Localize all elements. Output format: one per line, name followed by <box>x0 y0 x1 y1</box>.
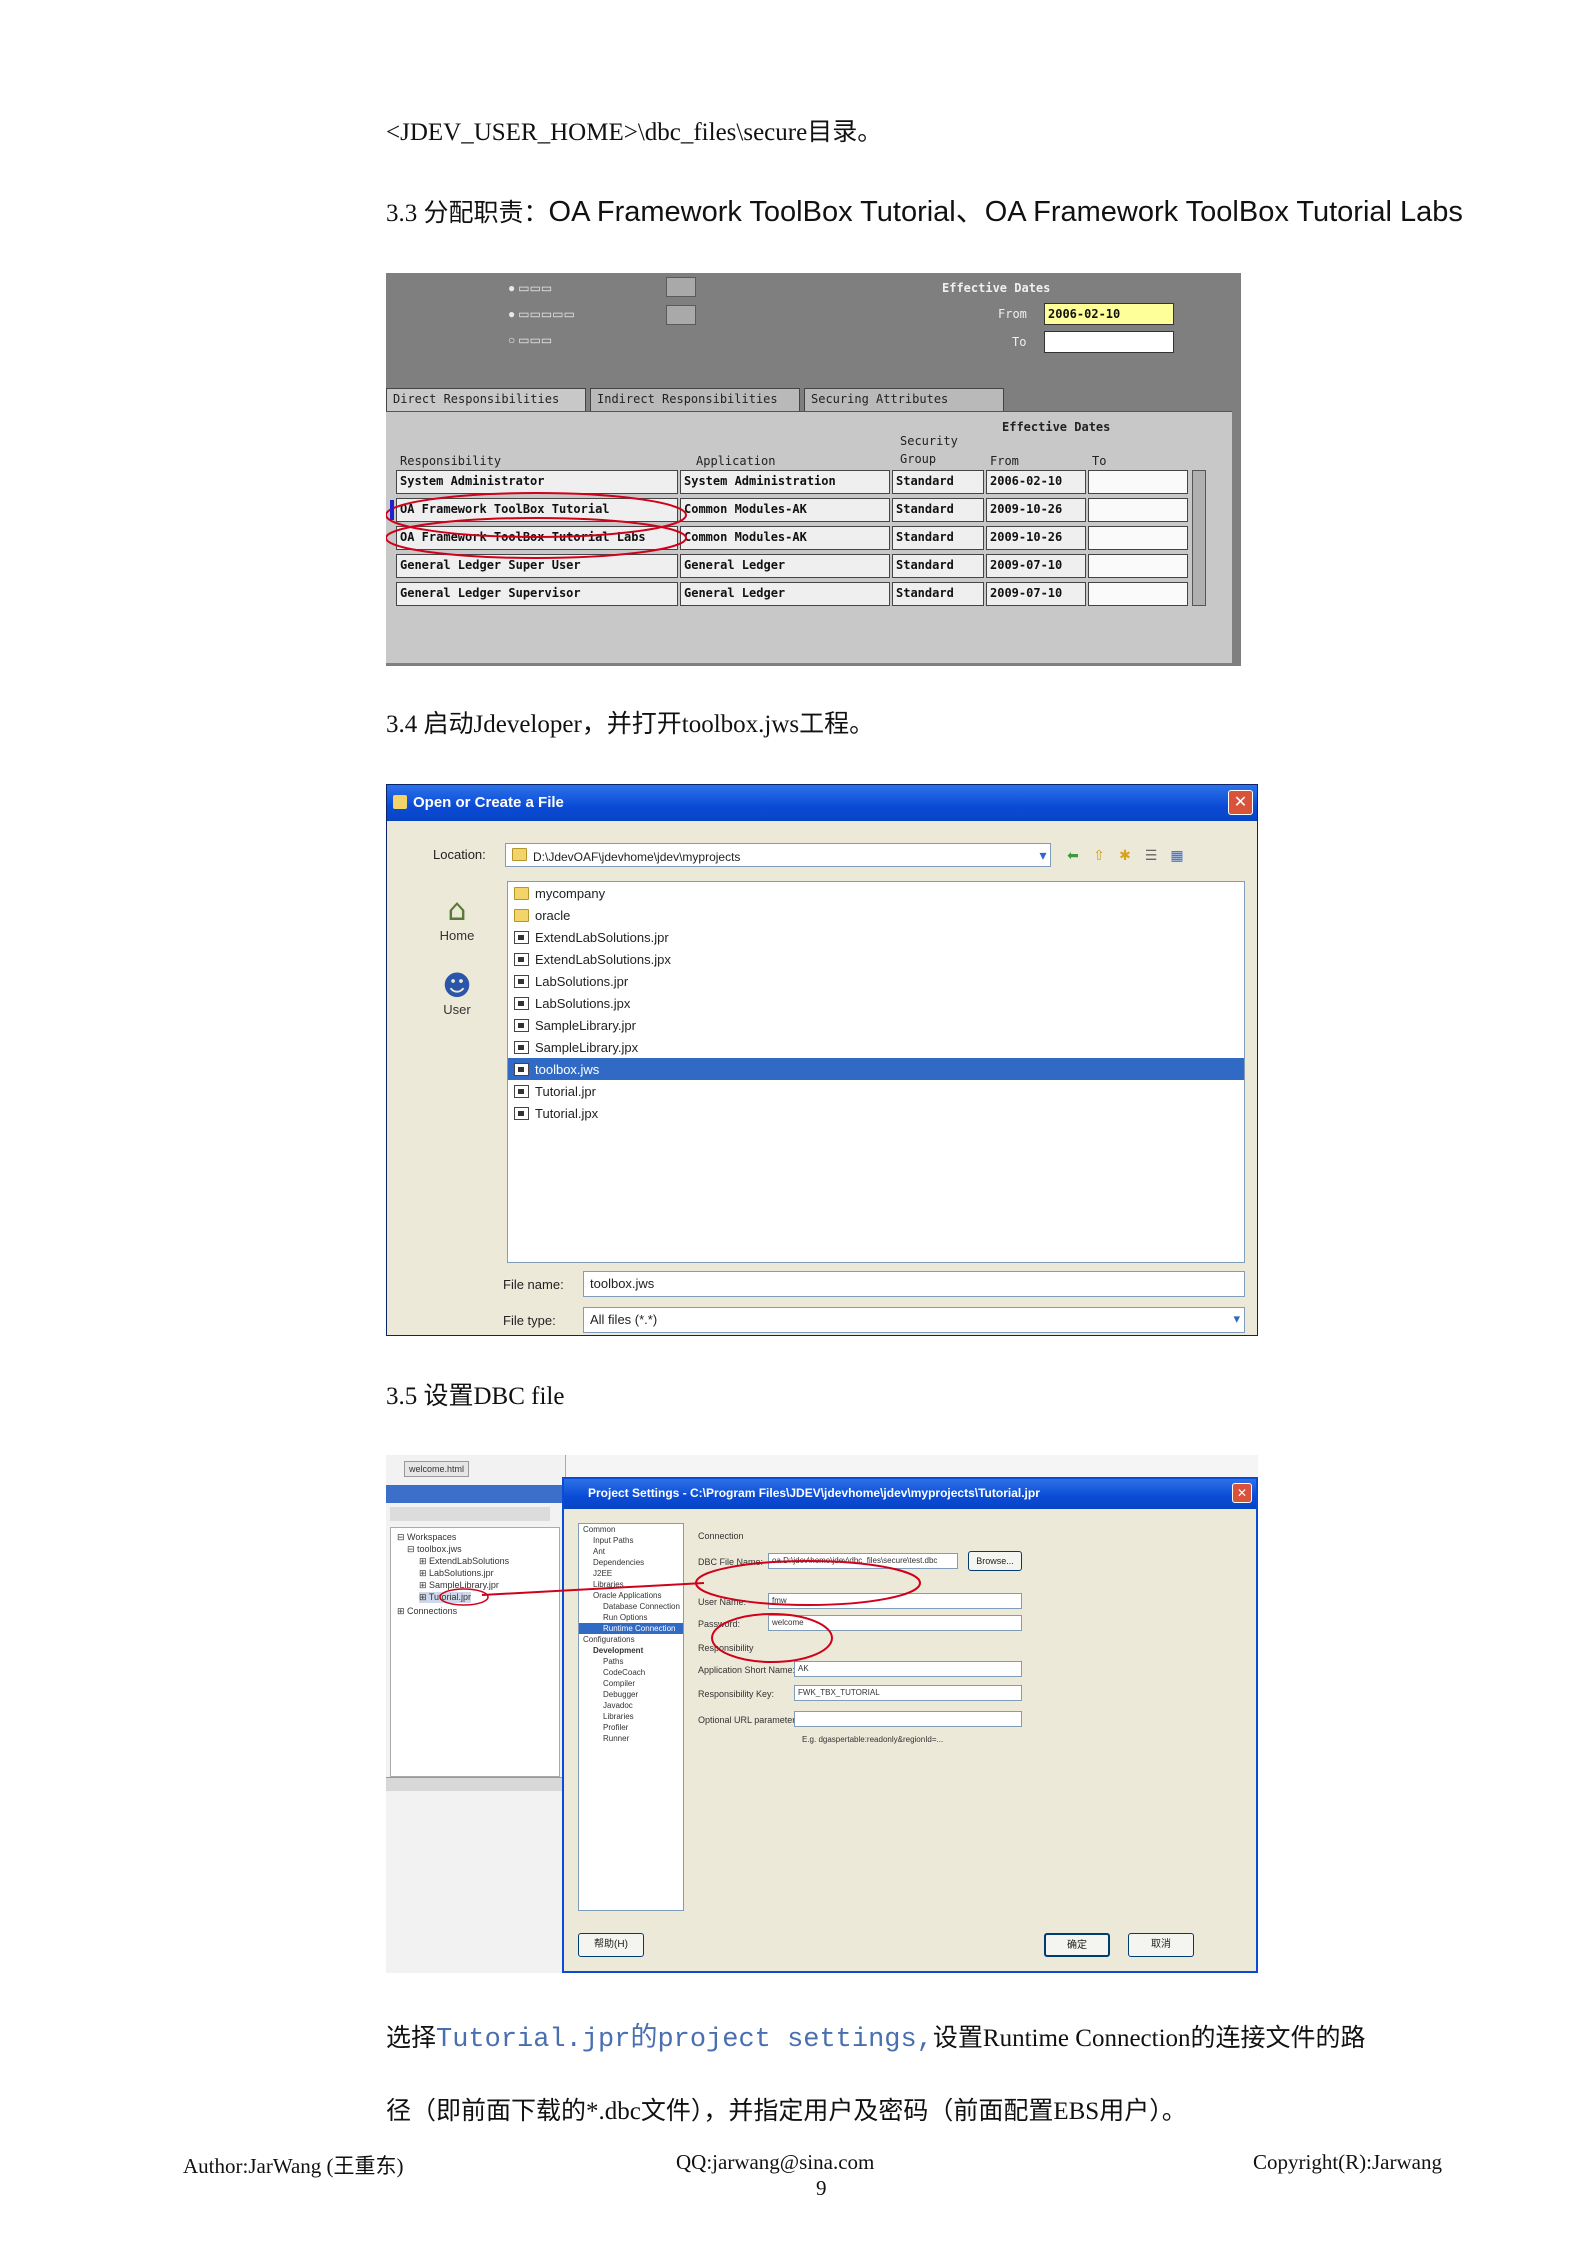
file-icon <box>514 996 529 1010</box>
annotation-arrow <box>481 1582 705 1596</box>
tab-indirect-responsibilities[interactable]: Indirect Responsibilities <box>590 388 800 412</box>
user-shortcut[interactable]: ☻ User <box>427 969 487 1017</box>
section-3-3-title: OA Framework ToolBox Tutorial、OA Framewo… <box>548 196 1463 228</box>
file-icon <box>514 974 529 988</box>
annotation-circles <box>386 492 687 559</box>
to-label: To <box>1012 335 1027 349</box>
location-field[interactable]: D:\JdevOAF\jdevhome\jdev\myprojects <box>505 843 1051 867</box>
section-3-5-heading: 3.5 设置DBC file <box>386 1383 565 1410</box>
app-icon <box>393 795 407 809</box>
location-value: D:\JdevOAF\jdevhome\jdev\myprojects <box>533 850 741 864</box>
to-date-field[interactable] <box>1044 331 1174 353</box>
tab-securing-attributes[interactable]: Securing Attributes <box>804 388 1004 412</box>
up-folder-icon[interactable]: ⇧ <box>1089 847 1109 865</box>
form-box-2 <box>666 305 696 325</box>
caption-line-1: 选择Tutorial.jpr的project settings,设置Runtim… <box>386 2022 1366 2057</box>
annotation-circle-dbc <box>695 1560 921 1606</box>
section-3-3-heading: 3.3 分配职责：OA Framework ToolBox Tutorial、O… <box>386 195 1463 231</box>
file-type-label: File type: <box>503 1313 556 1328</box>
annotation-circle-1 <box>386 492 687 538</box>
file-name: oracle <box>535 907 571 923</box>
folder-icon <box>514 886 529 900</box>
project-settings-screenshot: welcome.html ⊟ Workspaces ⊟ toolbox.jws … <box>386 1455 1258 1973</box>
intro-line: <JDEV_USER_HOME>\dbc_files\secure目录。 <box>386 119 883 146</box>
file-list-item[interactable]: toolbox.jws <box>508 1058 1244 1080</box>
file-name: Tutorial.jpr <box>535 1083 596 1099</box>
responsibilities-screenshot: ● ▭▭▭ ● ▭▭▭▭▭ ○ ▭▭▭ Effective Dates From… <box>386 273 1241 666</box>
page-number: 9 <box>816 2176 827 2200</box>
from-label: From <box>998 307 1027 321</box>
close-icon[interactable]: ✕ <box>1228 790 1253 815</box>
section-3-3-prefix: 3.3 分配职责： <box>386 200 549 227</box>
file-list[interactable]: mycompany oracle ExtendLabSolutions.jpr Ext… <box>507 881 1245 1263</box>
folder-icon <box>512 848 527 861</box>
file-list-item[interactable]: Tutorial.jpr <box>508 1080 1244 1102</box>
caption-code: Tutorial.jpr的project settings, <box>436 2025 933 2055</box>
annotation-marks <box>439 1560 921 1663</box>
file-list-item[interactable]: ExtendLabSolutions.jpr <box>508 926 1244 948</box>
file-name: LabSolutions.jpx <box>535 995 631 1011</box>
file-name: toolbox.jws <box>535 1061 600 1077</box>
file-name: Tutorial.jpx <box>535 1105 599 1121</box>
file-type-value: All files (*.*) <box>590 1312 658 1327</box>
annotation-circle-user <box>711 1613 833 1663</box>
file-name-label: File name: <box>503 1277 564 1292</box>
form-box-1 <box>666 277 696 297</box>
file-icon <box>514 1106 529 1120</box>
file-icon <box>514 1040 529 1054</box>
responsibilities-panel: Responsibility Application Security Grou… <box>386 411 1232 663</box>
radio-1: ● ▭▭▭ <box>508 281 553 295</box>
file-name-input[interactable]: toolbox.jws <box>583 1271 1245 1297</box>
effective-dates-label: Effective Dates <box>942 281 1051 295</box>
from-date-field[interactable]: 2006-02-10 <box>1044 303 1174 325</box>
user-label: User <box>443 1002 471 1017</box>
chevron-down-icon[interactable]: ▾ <box>1033 847 1053 865</box>
file-list-item[interactable]: ExtendLabSolutions.jpx <box>508 948 1244 970</box>
file-name: ExtendLabSolutions.jpx <box>535 951 671 967</box>
file-name: ExtendLabSolutions.jpr <box>535 929 669 945</box>
file-name: SampleLibrary.jpx <box>535 1039 639 1055</box>
file-name: mycompany <box>535 885 606 901</box>
file-icon <box>514 930 529 944</box>
file-list-item[interactable]: SampleLibrary.jpx <box>508 1036 1244 1058</box>
file-icon <box>514 1018 529 1032</box>
file-list-item[interactable]: LabSolutions.jpx <box>508 992 1244 1014</box>
section-3-4-heading: 3.4 启动Jdeveloper，并打开toolbox.jws工程。 <box>386 711 875 738</box>
details-view-icon[interactable]: ▦ <box>1167 847 1187 865</box>
file-name: SampleLibrary.jpr <box>535 1017 636 1033</box>
chevron-down-icon[interactable]: ▾ <box>1233 1311 1240 1327</box>
row-marker <box>390 500 394 520</box>
file-icon <box>514 1062 529 1076</box>
annotation-circle-tutorial <box>439 1588 489 1606</box>
caption-part-3: 设置Runtime Connection的连接文件的路 <box>932 2025 1366 2052</box>
file-name: LabSolutions.jpr <box>535 973 629 989</box>
home-icon: ⌂ <box>447 893 467 928</box>
folder-icon <box>514 908 529 922</box>
home-shortcut[interactable]: ⌂ Home <box>427 893 487 943</box>
location-label: Location: <box>433 847 486 862</box>
footer-qq: QQ:jarwang@sina.com <box>676 2150 875 2174</box>
file-list-item[interactable]: mycompany <box>508 882 1244 904</box>
dialog-title: Open or Create a File <box>387 785 1257 821</box>
user-icon: ☻ <box>442 969 472 1002</box>
new-folder-icon[interactable]: ✱ <box>1115 847 1135 865</box>
file-list-item[interactable]: oracle <box>508 904 1244 926</box>
tab-direct-responsibilities[interactable]: Direct Responsibilities <box>386 388 586 412</box>
radio-2: ● ▭▭▭▭▭ <box>508 307 575 321</box>
radio-3: ○ ▭▭▭ <box>508 333 553 347</box>
open-file-dialog: Open or Create a File ✕ Location: D:\Jde… <box>386 784 1258 1336</box>
footer-author: Author:JarWang (王重东) <box>183 2154 404 2178</box>
file-list-item[interactable]: Tutorial.jpx <box>508 1102 1244 1124</box>
home-label: Home <box>439 928 475 943</box>
caption-part-1: 选择 <box>386 2025 437 2052</box>
footer-copyright: Copyright(R):Jarwang <box>1253 2150 1442 2174</box>
file-type-select[interactable]: All files (*.*) ▾ <box>583 1307 1245 1333</box>
file-icon <box>514 952 529 966</box>
file-icon <box>514 1084 529 1098</box>
caption-line-2: 径（即前面下载的*.dbc文件），并指定用户及密码（前面配置EBS用户）。 <box>386 2098 1187 2125</box>
file-list-item[interactable]: LabSolutions.jpr <box>508 970 1244 992</box>
back-icon[interactable]: ⬅ <box>1063 847 1083 865</box>
list-view-icon[interactable]: ☰ <box>1141 847 1161 865</box>
file-list-item[interactable]: SampleLibrary.jpr <box>508 1014 1244 1036</box>
